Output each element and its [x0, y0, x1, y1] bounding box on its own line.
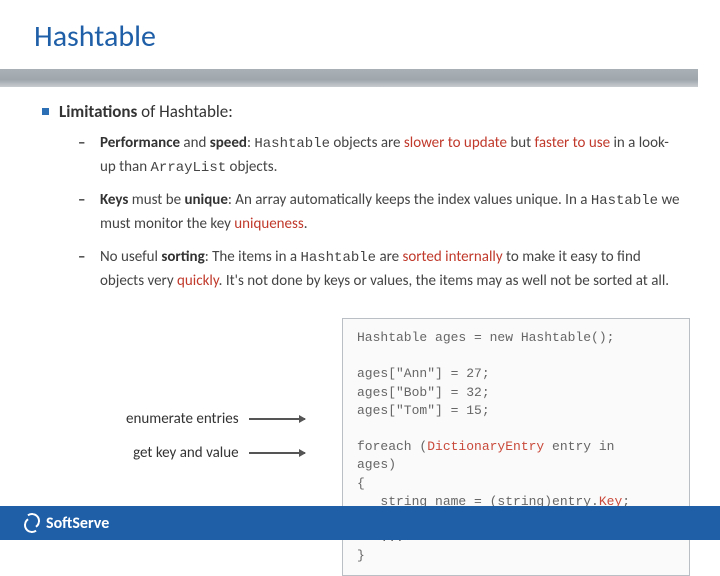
txt: Hashtable — [254, 136, 330, 152]
txt: objects are — [330, 134, 404, 152]
code-line: ages["Tom"] = 15; — [357, 403, 490, 418]
content-area: Limitations of Hashtable: Performance an… — [0, 87, 720, 293]
sub-bullet-list: Performance and speed: Hashtable objects… — [78, 132, 682, 293]
txt: slower to update — [404, 134, 507, 152]
txt: Performance — [100, 134, 180, 152]
top-rest: of Hashtable: — [137, 101, 232, 122]
code-line: { — [357, 476, 365, 491]
txt: : An array automatically keeps the index… — [228, 191, 591, 209]
title-underline-bar — [0, 69, 698, 87]
txt: uniqueness — [234, 215, 304, 233]
txt: faster to use — [535, 134, 611, 152]
code-line: ages["Bob"] = 32; — [357, 385, 490, 400]
txt: speed — [210, 134, 247, 152]
txt: quickly — [177, 272, 219, 290]
footer-bar: SoftServe — [0, 506, 720, 540]
code-line: Hashtable ages = new Hashtable(); — [357, 330, 614, 345]
txt: . — [304, 215, 308, 233]
brand-name: SoftServe — [46, 514, 109, 533]
txt: Hastable — [591, 193, 658, 209]
arrow-icon — [249, 418, 305, 420]
txt: ArrayList — [151, 160, 227, 176]
txt: but — [507, 134, 535, 152]
annotation-text: get key and value — [133, 444, 238, 462]
annotation-getkv: get key and value — [126, 444, 305, 462]
txt: sorting — [161, 248, 204, 266]
annotation-text: enumerate entries — [126, 410, 239, 428]
code-line: } — [357, 548, 365, 563]
sub-item-1: Performance and speed: Hashtable objects… — [78, 132, 682, 179]
txt: . It's not done by keys or values, the i… — [219, 272, 669, 290]
softserve-logo-icon — [22, 513, 42, 533]
top-highlight: Limitations — [59, 101, 137, 122]
txt: Keys — [100, 191, 128, 209]
annotation-enumerate: enumerate entries — [126, 410, 305, 428]
code-line: entry in — [544, 439, 614, 454]
top-bullet: Limitations of Hashtable: — [42, 101, 682, 122]
code-line: ages["Ann"] = 27; — [357, 366, 490, 381]
sub-item-2: Keys must be unique: An array automatica… — [78, 189, 682, 236]
txt: and — [180, 134, 210, 152]
top-bullet-text: Limitations of Hashtable: — [59, 101, 233, 122]
bullet-square-icon — [42, 108, 49, 115]
txt: must be — [128, 191, 184, 209]
code-line: ages) — [357, 457, 396, 472]
txt: No useful — [100, 248, 161, 266]
txt: : The items in a — [205, 248, 301, 266]
sub-item-3: No useful sorting: The items in a Hashta… — [78, 246, 682, 293]
code-hl: DictionaryEntry — [427, 439, 544, 454]
code-annotations: enumerate entries get key and value — [126, 410, 305, 478]
txt: objects. — [226, 158, 277, 176]
code-line: foreach ( — [357, 439, 427, 454]
txt: unique — [184, 191, 227, 209]
txt: Hashtable — [300, 250, 376, 266]
txt: are — [376, 248, 402, 266]
slide-title: Hashtable — [0, 0, 720, 55]
txt: sorted internally — [403, 248, 503, 266]
arrow-icon — [249, 452, 305, 454]
